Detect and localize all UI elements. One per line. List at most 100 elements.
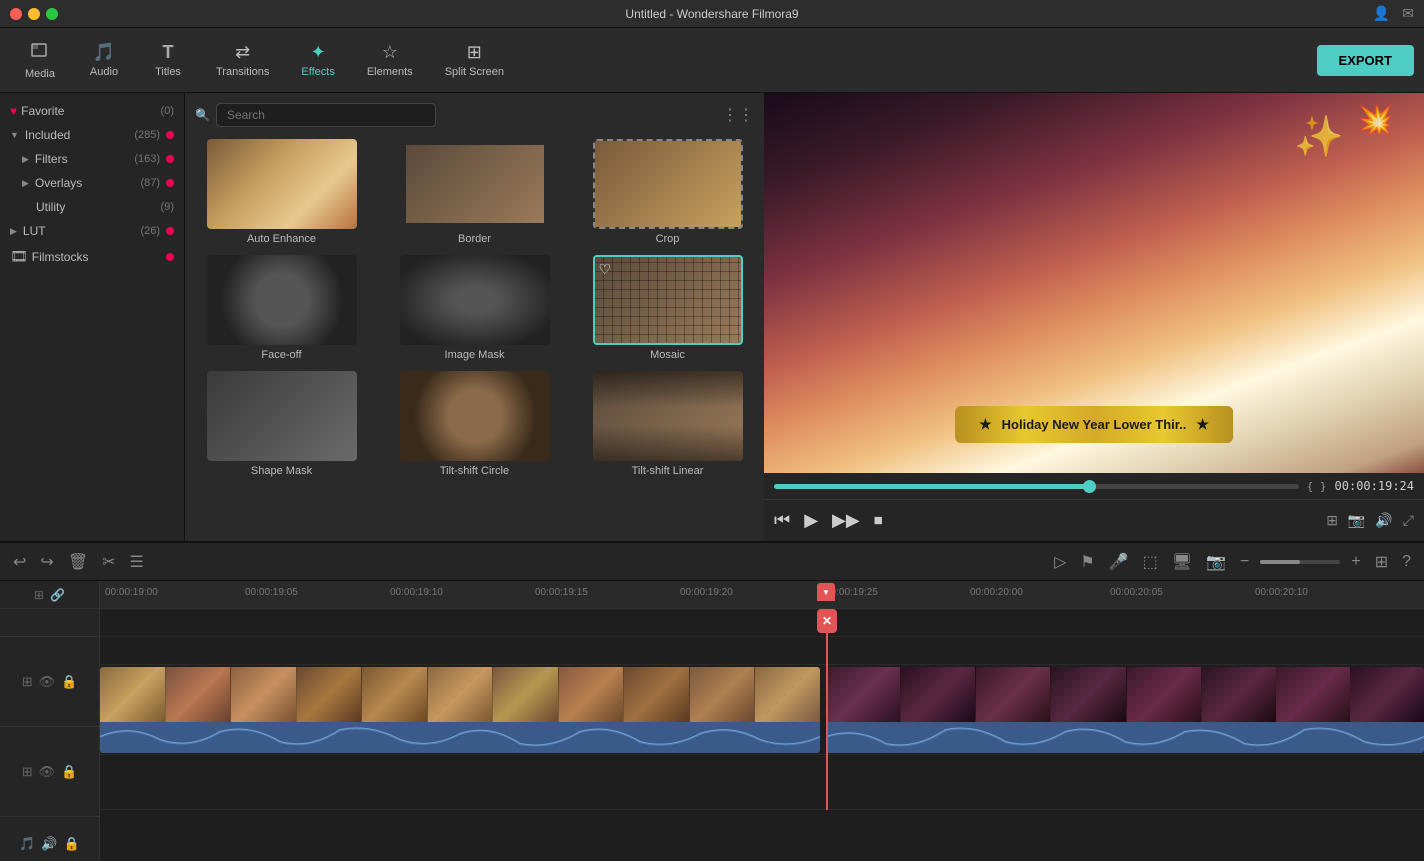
stop-button[interactable]: ⏹	[874, 510, 883, 531]
elements-label: Elements	[367, 66, 413, 78]
effect-border[interactable]: Border	[388, 139, 561, 245]
minimize-button[interactable]	[28, 8, 40, 20]
sidebar-item-included[interactable]: ▼ Included (285)	[0, 123, 184, 147]
close-button[interactable]	[10, 8, 22, 20]
music-lock-icon[interactable]: 🔒	[64, 836, 80, 852]
sidebar-included-count: (285)	[134, 129, 160, 141]
play-button[interactable]: ▶	[804, 510, 818, 531]
sidebar-item-utility[interactable]: Utility (9)	[0, 195, 184, 219]
preview-snapshot-icon[interactable]: 📷	[1348, 512, 1365, 529]
undo-button[interactable]: ↩	[10, 549, 29, 575]
export-button[interactable]: EXPORT	[1317, 45, 1414, 76]
empty-track-row-2	[100, 637, 1424, 665]
toolbar-audio[interactable]: 🎵 Audio	[74, 36, 134, 84]
timeline-scrollable[interactable]: 00:00:19:00 00:00:19:05 00:00:19:10 00:0…	[100, 581, 1424, 861]
list-button[interactable]: ☰	[127, 549, 147, 575]
grid-tl-icon[interactable]: ⊞	[1372, 549, 1391, 575]
preview-time: { }	[1307, 480, 1327, 493]
snapshot-tl-icon[interactable]: 📷	[1203, 549, 1229, 575]
flag-icon[interactable]: ⚑	[1077, 549, 1097, 575]
preview-progress-bar[interactable]	[774, 484, 1299, 489]
lower-third-text: Holiday New Year Lower Thir..	[1002, 417, 1187, 432]
shape-mask-thumb	[207, 371, 357, 461]
effect-tiltshift-circle[interactable]: Tilt-shift Circle	[388, 371, 561, 477]
screen-record-icon[interactable]: 🖥	[1169, 549, 1195, 575]
chevron-right-icon: ▶	[22, 154, 29, 165]
preview-bottom-icons: ⊞ 📷 🔊 ⤢	[1326, 512, 1414, 529]
tiltshift-circle-thumb	[400, 371, 550, 461]
add-track-icon[interactable]: ⊞	[34, 588, 44, 602]
effect-face-off[interactable]: Face-off	[195, 255, 368, 361]
music-vol-icon[interactable]: 🔊	[41, 836, 57, 852]
preview-volume-icon[interactable]: 🔊	[1375, 512, 1392, 529]
audio-icon: 🎵	[93, 42, 115, 63]
zoom-in-icon[interactable]: +	[1348, 550, 1363, 574]
preview-expand-icon[interactable]: ⤢	[1403, 512, 1414, 529]
effect-mosaic[interactable]: ♡ Mosaic	[581, 255, 754, 361]
ruler-mark-2: 00:00:19:10	[390, 587, 443, 598]
sidebar-item-filters[interactable]: ▶ Filters (163)	[0, 147, 184, 171]
effect-tiltshift-linear[interactable]: Tilt-shift Linear	[581, 371, 754, 477]
sidebar-item-overlays[interactable]: ▶ Overlays (87)	[0, 171, 184, 195]
audio-track-lock-icon[interactable]: 🔒	[61, 764, 77, 780]
caption-icon[interactable]: ⬚	[1140, 549, 1161, 575]
tiltshift-circle-label: Tilt-shift Circle	[440, 465, 509, 477]
sidebar-filmstocks-label: Filmstocks	[32, 250, 160, 264]
tl-right-tools: ▷ ⚑ 🎤 ⬚ 🖥 📷 − + ⊞ ?	[1051, 549, 1414, 575]
preview-fullscreen-icon[interactable]: ⊞	[1326, 512, 1338, 529]
music-icon[interactable]: 🎵	[19, 836, 35, 852]
timeline-ruler: 00:00:19:00 00:00:19:05 00:00:19:10 00:0…	[100, 581, 1424, 609]
play-timeline-icon[interactable]: ▷	[1051, 549, 1069, 575]
video-clip-left[interactable]	[100, 667, 820, 753]
video-clip-right[interactable]	[826, 667, 1424, 753]
image-mask-thumb	[400, 255, 550, 345]
effect-auto-enhance[interactable]: Auto Enhance	[195, 139, 368, 245]
mosaic-thumb: ♡	[593, 255, 743, 345]
next-frame-button[interactable]: ▶▶	[832, 510, 860, 531]
track-eye-icon[interactable]: 👁	[39, 674, 56, 690]
cut-button[interactable]: ✂	[99, 549, 118, 575]
video-track-controls: ⊞ 👁 🔒	[0, 637, 99, 727]
toolbar-splitscreen[interactable]: ⊞ Split Screen	[431, 36, 518, 84]
zoom-slider[interactable]	[1260, 560, 1340, 564]
ruler-mark-1: 00:00:19:05	[245, 587, 298, 598]
crop-thumb	[593, 139, 743, 229]
prev-frame-button[interactable]: ⏮	[774, 510, 790, 531]
help-icon[interactable]: ?	[1399, 550, 1414, 574]
image-mask-label: Image Mask	[445, 349, 505, 361]
sidebar: ♥ Favorite (0) ▼ Included (285) ▶ Filter…	[0, 93, 185, 541]
mail-icon[interactable]: ✉	[1402, 5, 1414, 22]
toolbar-titles[interactable]: T Titles	[138, 36, 198, 84]
audio-track-eye-icon[interactable]: 👁	[39, 764, 56, 780]
playhead-line	[826, 609, 828, 810]
effect-crop[interactable]: Crop	[581, 139, 754, 245]
track-marker-row: ⊞ 🔗	[0, 581, 99, 609]
user-icon[interactable]: 👤	[1373, 5, 1390, 22]
search-icon: 🔍	[195, 108, 210, 122]
link-icon[interactable]: 🔗	[50, 588, 65, 602]
sidebar-included-label: Included	[25, 128, 130, 142]
toolbar-elements[interactable]: ☆ Elements	[353, 36, 427, 84]
search-input[interactable]	[216, 103, 436, 127]
effect-image-mask[interactable]: Image Mask	[388, 255, 561, 361]
redo-button[interactable]: ↪	[37, 549, 56, 575]
track-lock-icon[interactable]: 🔒	[61, 674, 77, 690]
splitscreen-label: Split Screen	[445, 66, 504, 78]
sidebar-item-favorite[interactable]: ♥ Favorite (0)	[0, 99, 184, 123]
sidebar-lut-label: LUT	[23, 224, 137, 238]
zoom-out-icon[interactable]: −	[1237, 550, 1252, 574]
preview-scrubber[interactable]	[1083, 480, 1096, 493]
toolbar-media[interactable]: Media	[10, 34, 70, 86]
toolbar-effects[interactable]: ✦ Effects	[287, 36, 348, 84]
sidebar-item-filmstocks[interactable]: 🎞 Filmstocks	[0, 243, 184, 270]
sidebar-item-lut[interactable]: ▶ LUT (26)	[0, 219, 184, 243]
delete-button[interactable]: 🗑	[65, 549, 91, 575]
toolbar-transitions[interactable]: ⇄ Transitions	[202, 36, 283, 84]
face-off-label: Face-off	[261, 349, 301, 361]
mic-icon[interactable]: 🎤	[1106, 549, 1132, 575]
effect-shape-mask[interactable]: Shape Mask	[195, 371, 368, 477]
track-grid-icon[interactable]: ⊞	[22, 674, 33, 690]
grid-view-icon[interactable]: ⋮⋮	[722, 105, 754, 125]
maximize-button[interactable]	[46, 8, 58, 20]
audio-track-grid-icon[interactable]: ⊞	[22, 764, 33, 780]
